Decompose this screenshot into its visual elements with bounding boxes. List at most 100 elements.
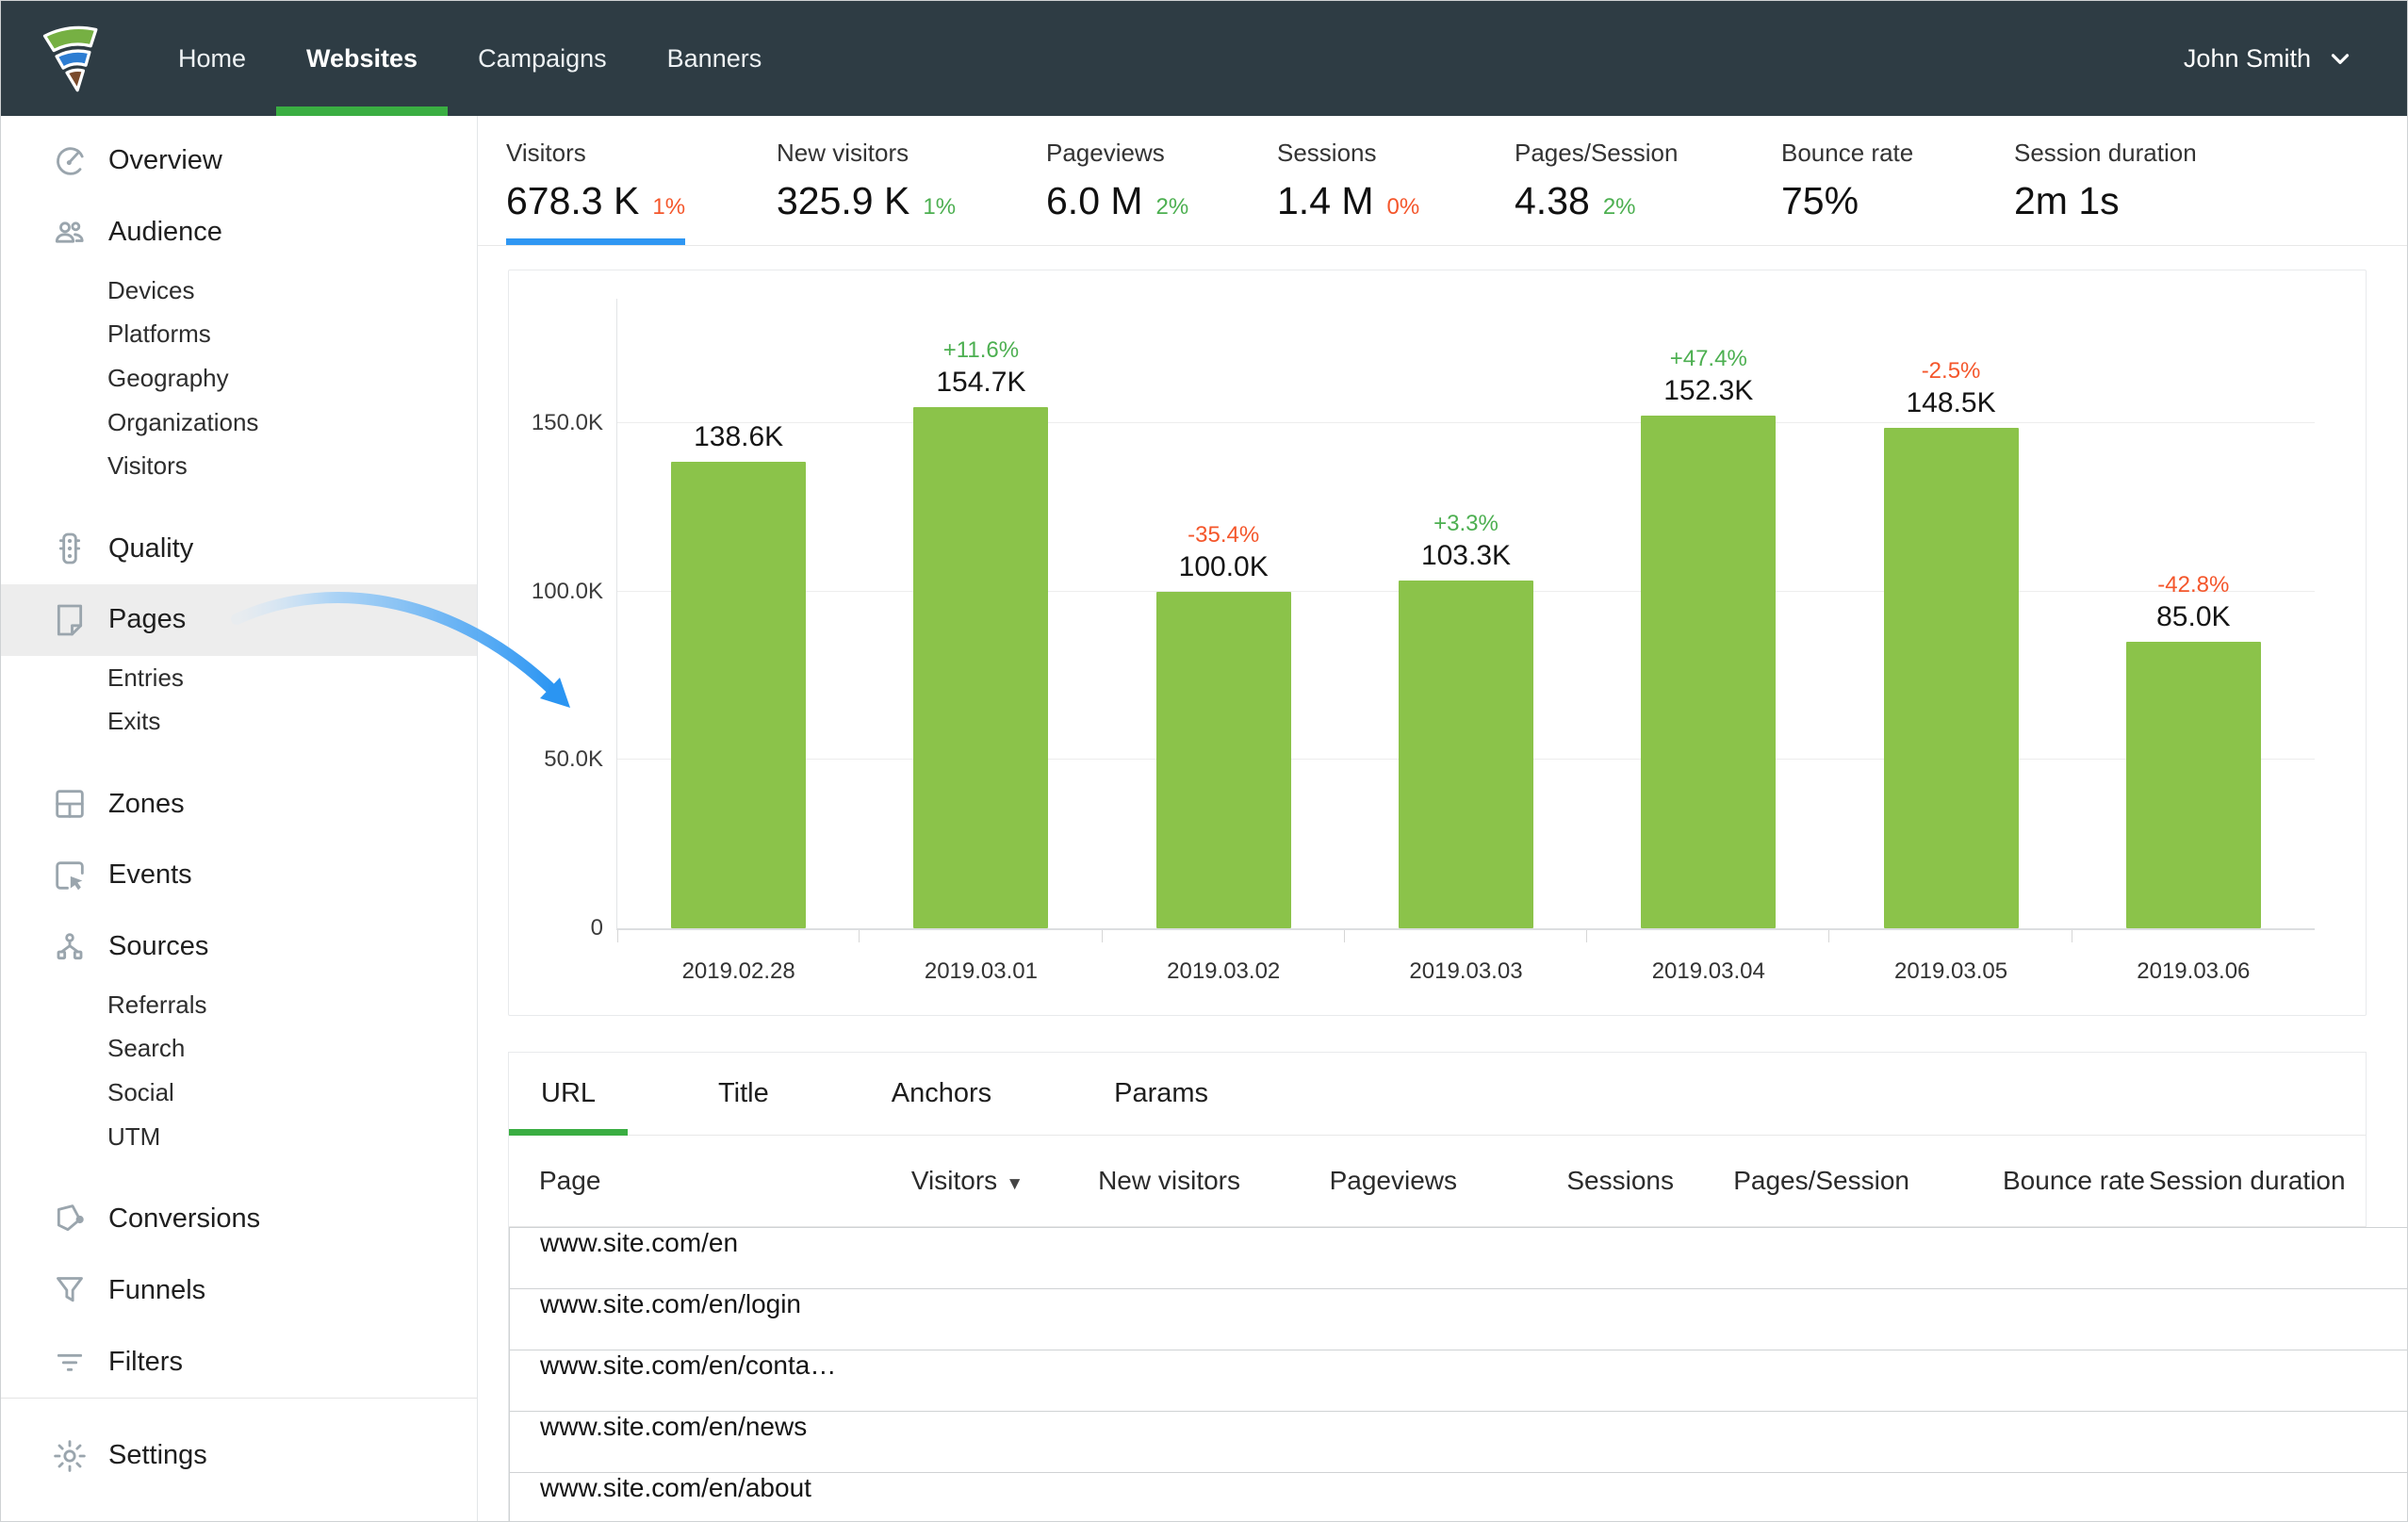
sidebar-item-geography[interactable]: Geography <box>1 356 477 401</box>
tab-title[interactable]: Title <box>686 1053 801 1135</box>
sidebar-item-conversions[interactable]: Conversions <box>1 1183 477 1254</box>
sidebar-item-label: Audience <box>108 217 222 248</box>
metric-visitors[interactable]: Visitors 678.3 K 1% <box>506 116 777 245</box>
sidebar-item-events[interactable]: Events <box>1 840 477 911</box>
sidebar-item-label: Events <box>108 859 192 891</box>
sidebar-item-pages[interactable]: Pages <box>1 583 477 656</box>
chart-bar[interactable] <box>913 407 1049 928</box>
chart-bar[interactable] <box>2125 642 2261 928</box>
chart-bar[interactable] <box>1883 428 2019 928</box>
sidebar-item-label: Platforms <box>107 319 211 349</box>
sidebar-item-social[interactable]: Social <box>1 1071 477 1115</box>
chart-slot: +47.4% 152.3K 2019.03.04 <box>1587 299 1830 984</box>
sidebar-item-quality[interactable]: Quality <box>1 513 477 584</box>
nav-item-banners[interactable]: Banners <box>637 1 793 116</box>
sidebar-item-search[interactable]: Search <box>1 1026 477 1071</box>
table-row[interactable]: www.site.com/en/conta…23.7 K2%11.0 K2%65… <box>509 1350 2407 1521</box>
column-header-visitors[interactable]: Visitors ▼ <box>848 1166 1027 1196</box>
funnel-logo-icon[interactable] <box>41 16 106 101</box>
sidebar-item-exits[interactable]: Exits <box>1 699 477 744</box>
visitors-chart-card: 150.0K 100.0K 50.0K 0 138.6K 2019.02.28 +11.6%… <box>508 270 2367 1016</box>
table-row[interactable]: www.site.com/en/news19.4 K6%8 2475%49.0 … <box>509 1411 2407 1521</box>
sidebar-item-funnels[interactable]: Funnels <box>1 1254 477 1326</box>
gauge-icon <box>50 141 90 181</box>
column-header-session-duration[interactable]: Session duration <box>2149 1166 2367 1196</box>
sidebar-item-label: Filters <box>108 1346 183 1377</box>
sidebar-item-label: Visitors <box>107 451 188 481</box>
metric-delta: 1% <box>923 194 957 220</box>
column-header-page[interactable]: Page <box>509 1166 848 1196</box>
column-header-new-visitors[interactable]: New visitors <box>1027 1166 1244 1196</box>
column-header-sessions[interactable]: Sessions <box>1461 1166 1678 1196</box>
traffic-light-icon <box>50 529 90 568</box>
metric-number: 678.3 K <box>506 179 640 222</box>
tab-url[interactable]: URL <box>509 1053 629 1136</box>
user-name: John Smith <box>2183 43 2311 73</box>
table-row[interactable]: www.site.com/en/login28.0 K2%17.0 K2%67.… <box>509 1288 2407 1521</box>
bar-value-label: 85.0K <box>2156 601 2231 632</box>
page-url-cell[interactable]: www.site.com/en/about <box>509 1472 2407 1521</box>
tab-params[interactable]: Params <box>1082 1053 1240 1135</box>
sidebar-item-devices[interactable]: Devices <box>1 269 477 313</box>
sidebar-item-sources[interactable]: Sources <box>1 911 477 983</box>
sidebar-item-label: Conversions <box>108 1203 261 1234</box>
sidebar-item-audience[interactable]: Audience <box>1 197 477 269</box>
chart-bar[interactable] <box>1398 581 1533 928</box>
sidebar-item-label: Referrals <box>107 990 207 1019</box>
nav-item-campaigns[interactable]: Campaigns <box>448 1 637 116</box>
bar-value-label: 103.3K <box>1420 540 1512 571</box>
metric-number: 4.38 <box>1515 179 1590 222</box>
sidebar-item-zones[interactable]: Zones <box>1 768 477 840</box>
axis-tick <box>1586 930 1588 942</box>
metric-bounce-rate[interactable]: Bounce rate 75% <box>1781 116 2014 245</box>
x-axis-tick-label: 2019.03.02 <box>1167 958 1281 984</box>
metric-value: 75% <box>1781 179 2014 223</box>
sidebar-item-utm[interactable]: UTM <box>1 1115 477 1159</box>
metric-pages-session[interactable]: Pages/Session 4.38 2% <box>1515 116 1781 245</box>
pages-table-card: URL Title Anchors Params Page Visitors ▼ New v… <box>508 1052 2407 1521</box>
column-header-pages-session[interactable]: Pages/Session <box>1678 1166 1913 1196</box>
metric-label: Pages/Session <box>1515 139 1679 167</box>
table-row[interactable]: www.site.com/en/about19.1 K1%11.7 K0%30.… <box>509 1472 2407 1521</box>
metric-new-visitors[interactable]: New visitors 325.9 K 1% <box>777 116 1046 245</box>
sidebar-item-visitors[interactable]: Visitors <box>1 444 477 488</box>
user-menu[interactable]: John Smith <box>2184 1 2407 116</box>
sidebar-item-platforms[interactable]: Platforms <box>1 312 477 356</box>
x-axis-tick-label: 2019.03.06 <box>2137 958 2251 984</box>
axis-tick <box>1101 930 1103 942</box>
column-header-pageviews[interactable]: Pageviews <box>1244 1166 1461 1196</box>
sidebar-item-referrals[interactable]: Referrals <box>1 983 477 1027</box>
nav-item-websites[interactable]: Websites <box>276 1 449 116</box>
y-axis-tick-label: 0 <box>590 915 603 941</box>
sidebar-item-filters[interactable]: Filters <box>1 1326 477 1398</box>
sidebar-item-label: Devices <box>107 275 195 304</box>
sidebar-item-overview[interactable]: Overview <box>1 125 477 197</box>
bar-labels: -42.8% 85.0K <box>2156 570 2230 634</box>
table-row[interactable]: www.site.com/en28.3 K1%15.9 K0%50.9 K2%3… <box>509 1227 2407 1521</box>
chart-bar[interactable] <box>1155 592 1291 928</box>
sidebar-item-entries[interactable]: Entries <box>1 656 477 700</box>
bar-delta-label: -42.8% <box>2157 572 2230 597</box>
metric-delta: 0% <box>1386 194 1420 220</box>
chart-bars: 138.6K 2019.02.28 +11.6% 154.7K 2019.03.01 -3… <box>617 299 2315 984</box>
chart-bar[interactable] <box>1641 416 1777 928</box>
chart-bar[interactable] <box>671 462 807 928</box>
sidebar-item-label: UTM <box>107 1121 161 1151</box>
bar-value-label: 100.0K <box>1178 551 1269 582</box>
sidebar-item-organizations[interactable]: Organizations <box>1 401 477 445</box>
metric-session-duration[interactable]: Session duration 2m 1s <box>2014 116 2197 245</box>
chart-slot: +11.6% 154.7K 2019.03.01 <box>860 299 1103 984</box>
x-axis-tick-label: 2019.03.01 <box>924 958 1038 984</box>
network-branch-icon <box>50 927 90 967</box>
metric-sessions[interactable]: Sessions 1.4 M 0% <box>1277 116 1515 245</box>
metric-value: 4.38 2% <box>1515 179 1781 223</box>
table-header-row: Page Visitors ▼ New visitors Pageviews Sessio… <box>509 1136 2366 1227</box>
sidebar-item-settings[interactable]: Settings <box>1 1419 477 1493</box>
metric-delta: 2% <box>1155 194 1189 220</box>
axis-tick <box>617 930 618 942</box>
sidebar: Overview Audience Devices Platforms Geograph… <box>1 116 478 1521</box>
tab-anchors[interactable]: Anchors <box>860 1053 1024 1135</box>
metric-pageviews[interactable]: Pageviews 6.0 M 2% <box>1046 116 1277 245</box>
nav-item-home[interactable]: Home <box>148 1 276 116</box>
column-header-bounce-rate[interactable]: Bounce rate <box>1913 1166 2149 1196</box>
